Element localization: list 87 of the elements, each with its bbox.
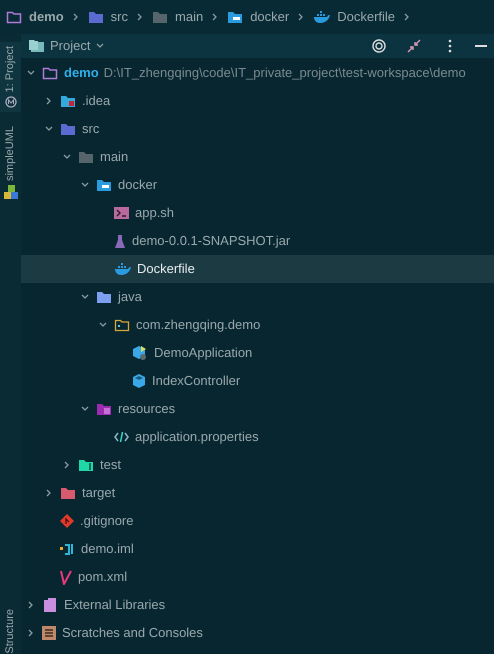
folder-icon: [42, 66, 58, 80]
tree-row[interactable]: java: [21, 283, 494, 311]
uml-icon: [4, 185, 18, 200]
breadcrumb[interactable]: Dockerfile: [337, 7, 396, 27]
tree-row[interactable]: test: [21, 451, 494, 479]
docker-folder-icon: [227, 10, 244, 24]
item-label: docker: [118, 176, 158, 194]
breadcrumb[interactable]: src: [110, 7, 128, 27]
side-tab-label: simpleUML: [3, 126, 18, 182]
tree-row[interactable]: docker: [21, 171, 494, 199]
resources-folder-icon: [96, 402, 112, 416]
item-label: .gitignore: [80, 512, 134, 530]
item-label: Scratches and Consoles: [62, 624, 203, 642]
collapse-icon[interactable]: [407, 39, 421, 53]
item-label: resources: [118, 400, 176, 418]
tree-row[interactable]: .idea: [21, 87, 494, 115]
source-folder-icon: [88, 10, 104, 24]
item-label: test: [100, 456, 121, 474]
minimize-icon[interactable]: [475, 44, 487, 48]
item-label: src: [82, 120, 100, 138]
item-label: pom.xml: [78, 568, 128, 586]
side-tab[interactable]: Structure: [2, 609, 19, 654]
circle-icon: [4, 96, 16, 108]
breadcrumb[interactable]: docker: [250, 7, 290, 27]
tree-row[interactable]: resources: [21, 395, 494, 423]
item-label: app.sh: [135, 204, 174, 222]
tree-row[interactable]: com.zhengqing.demo: [21, 311, 494, 339]
tree-row[interactable]: main: [21, 143, 494, 171]
source-folder-icon: [60, 122, 76, 136]
path-text: D:\IT_zhengqing\code\IT_private_project\test-workspace\demo: [104, 64, 466, 82]
item-label: .idea: [82, 92, 110, 110]
tree-row[interactable]: target: [21, 479, 494, 507]
item-label: main: [100, 148, 128, 166]
item-label: application.properties: [135, 428, 259, 446]
breadcrumb[interactable]: demo: [29, 7, 64, 27]
side-tab-label: 1: Project: [3, 46, 18, 92]
tree-row[interactable]: Scratches and Consoles: [21, 619, 494, 647]
terminal-icon: [114, 207, 129, 219]
maven-icon: [60, 570, 72, 584]
target-icon[interactable]: [372, 39, 386, 53]
code-icon: [114, 431, 129, 443]
item-label: demo-0.0.1-SNAPSHOT.jar: [132, 232, 290, 250]
item-label: target: [82, 484, 116, 502]
tree-row[interactable]: src: [21, 115, 494, 143]
item-label: External Libraries: [64, 596, 166, 614]
docker-folder-icon: [96, 178, 112, 192]
item-label: Dockerfile: [137, 260, 195, 278]
tree-row[interactable]: application.properties: [21, 423, 494, 451]
side-tab[interactable]: simpleUML: [0, 122, 21, 204]
whale-icon: [313, 11, 330, 23]
folder-icon: [28, 39, 45, 53]
tree-row[interactable]: demo D:\IT_zhengqing\code\IT_private_project\test-workspace\demo: [21, 59, 494, 87]
tree-row[interactable]: Dockerfile: [21, 255, 494, 283]
folder-icon: [96, 290, 112, 304]
tree-row[interactable]: demo.iml: [21, 535, 494, 563]
folder-icon: [6, 10, 22, 24]
item-label: demo: [64, 64, 99, 82]
module-file-icon: [60, 543, 75, 555]
class-icon: [132, 373, 146, 389]
library-icon: [42, 597, 58, 613]
tree-row[interactable]: IndexController: [21, 367, 494, 395]
item-label: java: [118, 288, 142, 306]
package-icon: [114, 318, 130, 332]
breadcrumb[interactable]: main: [175, 7, 204, 27]
whale-icon: [114, 263, 131, 275]
list-icon: [42, 626, 56, 640]
folder-icon: [60, 486, 76, 500]
git-icon: [60, 514, 74, 528]
class-icon: [132, 345, 148, 361]
tree-row[interactable]: External Libraries: [21, 591, 494, 619]
item-label: com.zhengqing.demo: [136, 316, 260, 334]
tree-row[interactable]: .gitignore: [21, 507, 494, 535]
tree-row[interactable]: app.sh: [21, 199, 494, 227]
more-icon[interactable]: [448, 39, 452, 53]
test-folder-icon: [78, 458, 94, 472]
tree-row[interactable]: demo-0.0.1-SNAPSHOT.jar: [21, 227, 494, 255]
item-label: DemoApplication: [154, 344, 252, 362]
flask-icon: [114, 234, 126, 248]
folder-icon: [78, 150, 94, 164]
tree-row[interactable]: pom.xml: [21, 563, 494, 591]
panel-title[interactable]: Project: [50, 36, 90, 56]
tree-row[interactable]: DemoApplication: [21, 339, 494, 367]
folder-icon: [152, 10, 168, 24]
side-tab[interactable]: 1: Project: [0, 42, 21, 112]
folder-icon: [60, 94, 76, 108]
item-label: IndexController: [152, 372, 240, 390]
item-label: demo.iml: [81, 540, 134, 558]
